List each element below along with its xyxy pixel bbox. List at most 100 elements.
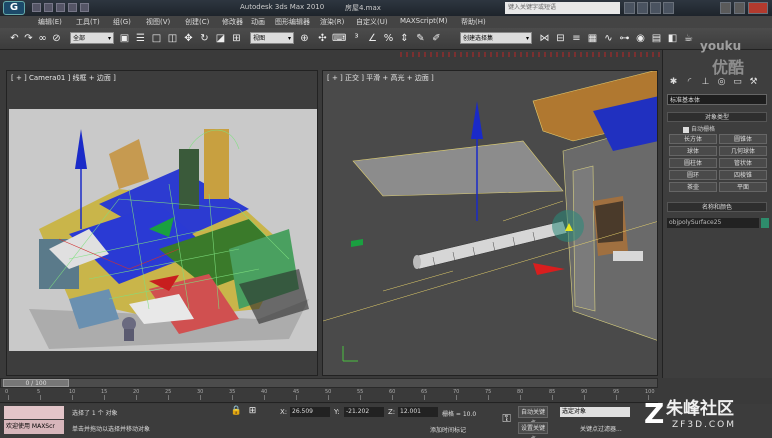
x-coordinate-field[interactable]: 26.509 (290, 407, 330, 417)
menu-animation[interactable]: 动画 (251, 17, 265, 27)
autogrid-checkbox[interactable]: 自动栅格 (683, 124, 715, 133)
app-logo-icon[interactable]: G (3, 1, 25, 15)
menu-graph-editors[interactable]: 图形编辑器 (275, 17, 310, 27)
utilities-tab-icon[interactable]: ⚒ (747, 76, 760, 88)
menu-edit[interactable]: 编辑(E) (38, 17, 62, 27)
select-manipulate-icon[interactable]: ✣ (316, 32, 329, 45)
object-type-rollout[interactable]: 对象类型 (667, 112, 767, 122)
menu-customize[interactable]: 自定义(U) (356, 17, 388, 27)
cone-button[interactable]: 圆锥体 (719, 134, 767, 144)
communication-center-icon[interactable] (637, 2, 648, 14)
absolute-mode-icon[interactable]: ⊞ (246, 405, 259, 418)
align-icon[interactable]: ⊟ (554, 32, 567, 45)
close-icon[interactable] (748, 2, 768, 14)
render-setup-icon[interactable]: ▤ (650, 32, 663, 45)
save-file-icon[interactable] (56, 3, 65, 12)
key-mode-dropdown[interactable]: 选定对象 (560, 407, 630, 417)
key-filters-button[interactable]: 关键点过滤器... (580, 424, 622, 433)
y-coordinate-field[interactable]: -21.202 (344, 407, 384, 417)
viewport-label[interactable]: [ + ] Camera01 ] 线框 + 边面 ] (11, 73, 116, 83)
material-editor-icon[interactable]: ◉ (634, 32, 647, 45)
hierarchy-tab-icon[interactable]: ⊥ (699, 76, 712, 88)
edit-named-selection-icon[interactable]: ✎ (414, 32, 427, 45)
reference-coordinate-icon[interactable]: ⊞ (230, 32, 243, 45)
select-object-icon[interactable]: ▣ (118, 32, 131, 45)
named-selection-icon[interactable]: ✐ (430, 32, 443, 45)
add-time-tag[interactable]: 添加时间标记 (430, 425, 466, 434)
spinner-snap-icon[interactable]: ⇕ (398, 32, 411, 45)
menu-maxscript[interactable]: MAXScript(M) (400, 17, 447, 25)
graphite-tools-icon[interactable]: ▦ (586, 32, 599, 45)
camera-viewport[interactable]: [ + ] Camera01 ] 线框 + 边面 ] (6, 70, 318, 376)
select-rotate-icon[interactable]: ↻ (198, 32, 211, 45)
pivot-center-icon[interactable]: ⊕ (298, 32, 311, 45)
name-color-rollout[interactable]: 名称和颜色 (667, 202, 767, 212)
menu-rendering[interactable]: 渲染(R) (320, 17, 344, 27)
snap-toggle-icon[interactable]: ³ (350, 32, 363, 45)
cylinder-button[interactable]: 圆柱体 (669, 158, 717, 168)
plane-button[interactable]: 平面 (719, 182, 767, 192)
favorites-icon[interactable] (650, 2, 661, 14)
unlink-icon[interactable]: ⊘ (50, 32, 63, 45)
schematic-view-icon[interactable]: ⊶ (618, 32, 631, 45)
mirror-icon[interactable]: ⋈ (538, 32, 551, 45)
redo-icon[interactable]: ↷ (22, 32, 35, 45)
render-production-icon[interactable]: ☕ (682, 32, 695, 45)
rendered-frame-icon[interactable]: ◧ (666, 32, 679, 45)
torus-button[interactable]: 圆环 (669, 170, 717, 180)
object-color-swatch[interactable] (761, 218, 769, 228)
maxscript-mini-listener[interactable]: 欢迎使用 MAXScr (4, 420, 64, 434)
time-slider[interactable]: 0 / 100 (0, 378, 658, 388)
key-icon[interactable]: ⚿ (500, 412, 513, 425)
lock-selection-icon[interactable]: 🔒 (230, 405, 243, 418)
track-bar-tick (168, 395, 169, 400)
object-name-field[interactable]: objpolySurface25 (667, 218, 759, 228)
modify-tab-icon[interactable]: ◜ (683, 76, 696, 88)
reference-coordinate-dropdown[interactable]: 视图 (250, 32, 294, 45)
select-by-name-icon[interactable]: ☰ (134, 32, 147, 45)
tube-button[interactable]: 管状体 (719, 158, 767, 168)
named-selection-dropdown[interactable]: 创建选择集 (460, 32, 532, 45)
redo-icon[interactable] (80, 3, 89, 12)
geosphere-button[interactable]: 几何球体 (719, 146, 767, 156)
keyboard-shortcut-icon[interactable]: ⌨ (332, 32, 346, 45)
help-icon[interactable] (663, 2, 674, 14)
layer-manager-icon[interactable]: ≡ (570, 32, 583, 45)
menu-modifiers[interactable]: 修改器 (222, 17, 243, 27)
create-tab-icon[interactable]: ✱ (667, 76, 680, 88)
percent-snap-icon[interactable]: % (382, 32, 395, 45)
z-coordinate-field[interactable]: 12.001 (398, 407, 438, 417)
window-crossing-icon[interactable]: ◫ (166, 32, 179, 45)
pyramid-button[interactable]: 四棱锥 (719, 170, 767, 180)
orthographic-viewport[interactable]: [ + ] 正交 ] 平滑 + 高光 + 边面 ] (322, 70, 658, 376)
set-key-button[interactable]: 设置关键点 (518, 422, 548, 438)
select-move-icon[interactable]: ✥ (182, 32, 195, 45)
search-icon[interactable] (624, 2, 635, 14)
rectangular-selection-icon[interactable]: □ (150, 32, 163, 45)
maxscript-listener-output[interactable] (4, 406, 64, 419)
new-file-icon[interactable] (32, 3, 41, 12)
minimize-icon[interactable] (720, 2, 731, 14)
menu-create[interactable]: 创建(C) (185, 17, 209, 27)
menu-views[interactable]: 视图(V) (146, 17, 170, 27)
maximize-icon[interactable] (734, 2, 745, 14)
undo-icon[interactable]: ↶ (8, 32, 21, 45)
object-category-dropdown[interactable]: 标准基本体 (667, 94, 767, 105)
box-button[interactable]: 长方体 (669, 134, 717, 144)
track-bar[interactable]: 0 5 10 15 20 25 30 35 40 45 50 55 60 65 70 75 80 85 90 95 10… (0, 389, 658, 403)
auto-key-button[interactable]: 自动关键点 (518, 406, 548, 427)
sphere-button[interactable]: 球体 (669, 146, 717, 156)
menu-tools[interactable]: 工具(T) (76, 17, 100, 27)
angle-snap-icon[interactable]: ∠ (366, 32, 379, 45)
open-file-icon[interactable] (44, 3, 53, 12)
time-slider-knob[interactable]: 0 / 100 (3, 379, 69, 387)
menu-group[interactable]: 组(G) (113, 17, 131, 27)
teapot-button[interactable]: 茶壶 (669, 182, 717, 192)
help-search-input[interactable]: 键入关键字或短语 (505, 2, 620, 14)
select-scale-icon[interactable]: ◪ (214, 32, 227, 45)
undo-icon[interactable] (68, 3, 77, 12)
selection-filter-dropdown[interactable]: 全部 (70, 32, 114, 45)
curve-editor-icon[interactable]: ∿ (602, 32, 615, 45)
link-icon[interactable]: ∞ (36, 32, 49, 45)
menu-help[interactable]: 帮助(H) (461, 17, 486, 27)
